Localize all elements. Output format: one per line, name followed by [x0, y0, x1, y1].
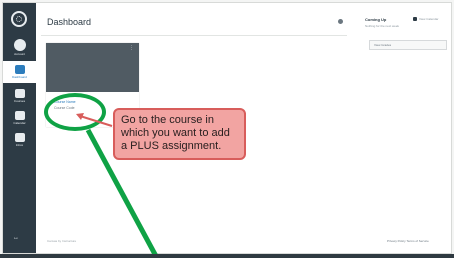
instruction-callout: Go to the course in which you want to ad… [113, 108, 246, 160]
highlight-circle [44, 93, 106, 131]
nav-account[interactable]: Account [3, 36, 36, 58]
view-calendar-label: View Calendar [419, 17, 439, 21]
nav-calendar-label: Calendar [13, 121, 26, 125]
calendar-icon [14, 111, 25, 120]
calendar-small-icon [413, 17, 417, 21]
book-icon [14, 89, 25, 98]
collapse-nav-icon[interactable]: ↔ [13, 235, 25, 241]
card-options-icon[interactable]: ⋮ [129, 46, 134, 51]
todo-title: Coming Up [365, 17, 387, 22]
nav-courses[interactable]: Courses [3, 85, 36, 107]
nav-dashboard[interactable]: Dashboard [3, 61, 36, 83]
canvas-logo-icon[interactable] [11, 11, 27, 27]
bottom-edge [0, 254, 454, 258]
view-grades-button[interactable]: View Grades [369, 40, 447, 50]
nav-inbox-label: Inbox [15, 143, 24, 147]
page-title: Dashboard [47, 17, 92, 27]
view-calendar-link[interactable]: View Calendar [413, 17, 438, 21]
inbox-icon [14, 133, 25, 142]
header-divider [41, 35, 347, 36]
nav-dashboard-label: Dashboard [12, 75, 27, 79]
nav-account-label: Account [14, 51, 25, 56]
global-navigation: Account Dashboard Courses Calendar Inbox… [3, 3, 36, 253]
course-card-image[interactable]: ⋮ [46, 43, 139, 92]
dashboard-icon [14, 65, 25, 74]
dashboard-options-icon[interactable] [338, 19, 343, 24]
nav-courses-label: Courses [13, 99, 26, 103]
nav-inbox[interactable]: Inbox [3, 129, 36, 151]
footer-links[interactable]: Privacy Policy Terms of Service [387, 239, 429, 243]
todo-subtitle: Nothing for the next week [365, 24, 400, 28]
user-avatar-icon [13, 38, 26, 51]
nav-calendar[interactable]: Calendar [3, 107, 36, 129]
footer-brand: Canvas by Instructure [47, 239, 77, 243]
